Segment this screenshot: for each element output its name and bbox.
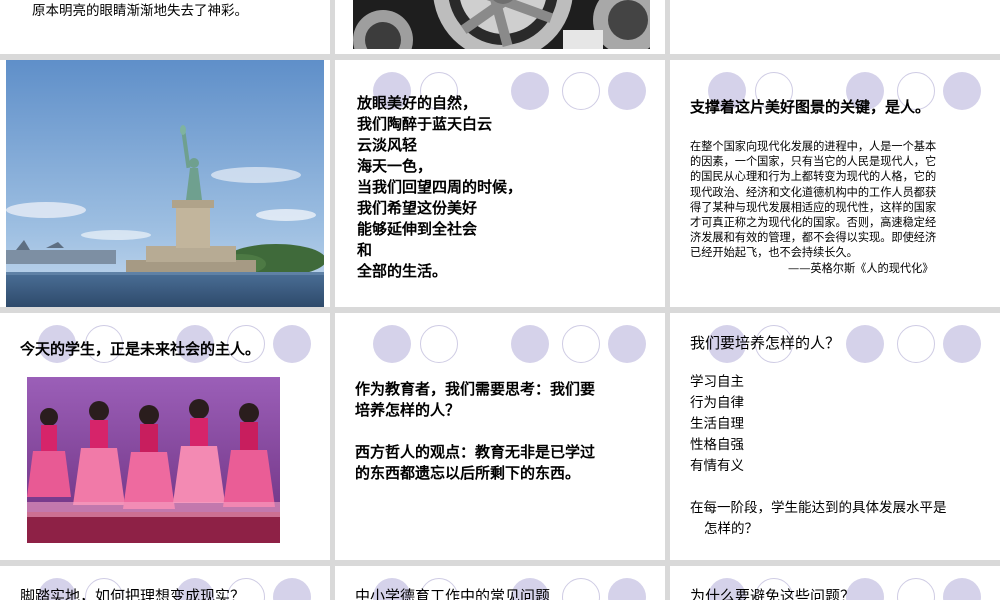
gear-icon: [353, 0, 650, 49]
decor-circle: [511, 325, 549, 363]
slide-4: [0, 60, 330, 307]
decor-circle: [897, 578, 935, 600]
list-item: 行为自律: [690, 395, 744, 411]
list-item: 生活自理: [690, 416, 744, 432]
slide-9: 我们要培养怎样的人？ 学习自主 行为自律 生活自理 性格自强 有情有义 在每一阶…: [670, 313, 1000, 560]
slide-9-title: 我们要培养怎样的人？: [690, 334, 841, 352]
decor-circle: [562, 325, 600, 363]
gear-machinery-photo: [353, 0, 650, 49]
slide-8: 作为教育者，我们需要思考：我们要 培养怎样的人？ 西方哲人的观点：教育无非是已学…: [335, 313, 665, 560]
slide-11: 中小学德育工作中的常见问题: [335, 566, 665, 600]
decor-circle: [273, 578, 311, 600]
decor-circle: [943, 325, 981, 363]
slide-5: 放眼美好的自然， 我们陶醉于蓝天白云 云淡风轻 海天一色， 当我们回望四周的时候…: [335, 60, 665, 307]
statue-of-liberty-photo: [6, 60, 324, 307]
slide-7-title: 今天的学生，正是未来社会的主人。: [20, 340, 261, 358]
slide-10: 脚踏实地，如何把理想变成现实？: [0, 566, 330, 600]
decor-circle: [897, 325, 935, 363]
slide-9-list: 学习自主 行为自律 生活自理 性格自强 有情有义: [690, 372, 744, 477]
slide-12-title: 为什么要避免这些问题？: [690, 587, 856, 600]
decor-circle: [608, 325, 646, 363]
slide-2: [335, 0, 665, 54]
decor-circle: [562, 72, 600, 110]
decor-circle: [608, 578, 646, 600]
slide-1: 原本明亮的眼睛渐渐地失去了神彩。: [0, 0, 330, 54]
slide-8-text: 作为教育者，我们需要思考：我们要 培养怎样的人？ 西方哲人的观点：教育无非是已学…: [355, 380, 596, 482]
slide-12: 为什么要避免这些问题？: [670, 566, 1000, 600]
slide-1-text: 原本明亮的眼睛渐渐地失去了神彩。: [32, 3, 248, 19]
slide-6: 支撑着这片美好图景的关键，是人。 在整个国家向现代化发展的进程中，人是一个基本 …: [670, 60, 1000, 307]
decor-circle: [562, 578, 600, 600]
slide-11-title: 中小学德育工作中的常见问题: [355, 587, 551, 600]
decor-circle: [373, 325, 411, 363]
slide-10-title: 脚踏实地，如何把理想变成现实？: [20, 587, 246, 600]
decor-circle: [420, 325, 458, 363]
slide-5-text: 放眼美好的自然， 我们陶醉于蓝天白云 云淡风轻 海天一色， 当我们回望四周的时候…: [357, 94, 523, 280]
decor-circle: [943, 72, 981, 110]
list-item: 性格自强: [690, 437, 744, 453]
children-dancing-photo: [27, 377, 280, 543]
slide-7: 今天的学生，正是未来社会的主人。: [0, 313, 330, 560]
slide-6-paragraph: 在整个国家向现代化发展的进程中，人是一个基本 的因素，一个国家，只有当它的人民是…: [690, 140, 937, 275]
slide-3: [670, 0, 1000, 54]
list-item: 学习自主: [690, 374, 744, 390]
decor-circle: [608, 72, 646, 110]
slide-6-title: 支撑着这片美好图景的关键，是人。: [690, 98, 931, 116]
slide-9-footer: 在每一阶段，学生能达到的具体发展水平是 怎样的？: [690, 500, 947, 537]
decor-circle: [846, 325, 884, 363]
decor-circle: [943, 578, 981, 600]
decor-circle: [273, 325, 311, 363]
list-item: 有情有义: [690, 458, 744, 474]
